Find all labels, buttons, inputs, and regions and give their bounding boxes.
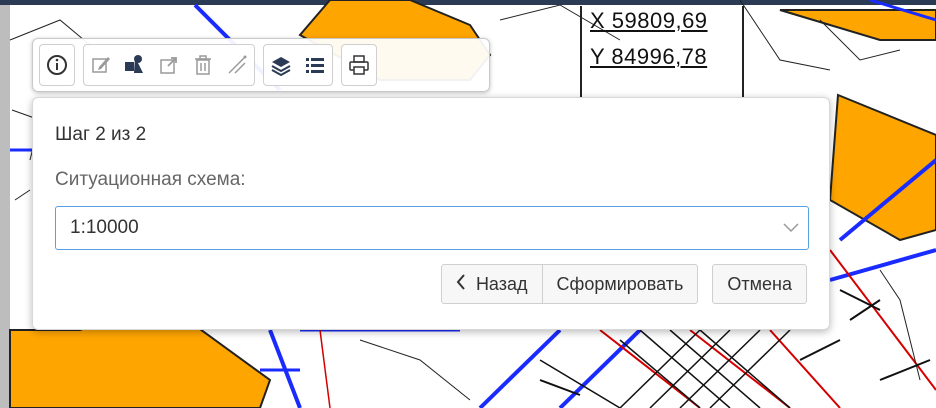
print-icon	[349, 55, 369, 75]
delete-icon	[195, 55, 211, 75]
generate-button-label: Сформировать	[556, 273, 684, 294]
info-button[interactable]	[40, 46, 74, 84]
scale-select[interactable]: 1:10000	[55, 206, 809, 250]
legend-list-icon	[306, 58, 324, 73]
edit-icon	[92, 57, 110, 73]
layers-icon	[271, 57, 291, 77]
coordinate-x: X 59809,69	[590, 8, 708, 33]
chevron-down-icon	[774, 206, 808, 250]
measure-button[interactable]	[220, 46, 254, 84]
toolbar-group-info	[39, 44, 75, 86]
coordinate-y: Y 84996,78	[590, 44, 708, 69]
back-button[interactable]: Назад	[440, 264, 543, 304]
layers-button[interactable]	[264, 46, 298, 84]
print-wizard-dialog: Шаг 2 из 2 Ситуационная схема: 1:10000 Н…	[32, 97, 830, 330]
scale-select-value: 1:10000	[70, 217, 139, 238]
cancel-button-label: Отмена	[727, 273, 792, 294]
legend-button[interactable]	[298, 46, 332, 84]
step-indicator: Шаг 2 из 2	[55, 124, 147, 145]
select-object-button[interactable]	[118, 46, 152, 84]
dialog-buttons: Назад Сформировать Отмена	[440, 264, 807, 304]
export-icon	[160, 57, 177, 74]
toolbar-group-print	[341, 44, 377, 86]
map-toolbar	[32, 38, 490, 92]
edit-button[interactable]	[84, 46, 118, 84]
delete-button[interactable]	[186, 46, 220, 84]
info-icon	[47, 55, 67, 75]
toolbar-group-edit	[83, 44, 255, 86]
select-object-icon	[125, 55, 143, 73]
situation-scheme-label: Ситуационная схема:	[55, 169, 246, 190]
measure-icon	[228, 55, 247, 74]
chevron-left-icon	[456, 273, 466, 295]
print-button[interactable]	[342, 46, 376, 84]
generate-button[interactable]: Сформировать	[542, 264, 699, 304]
toolbar-group-layers	[263, 44, 333, 86]
cancel-button[interactable]: Отмена	[712, 264, 807, 304]
export-button[interactable]	[152, 46, 186, 84]
back-button-label: Назад	[475, 273, 528, 294]
